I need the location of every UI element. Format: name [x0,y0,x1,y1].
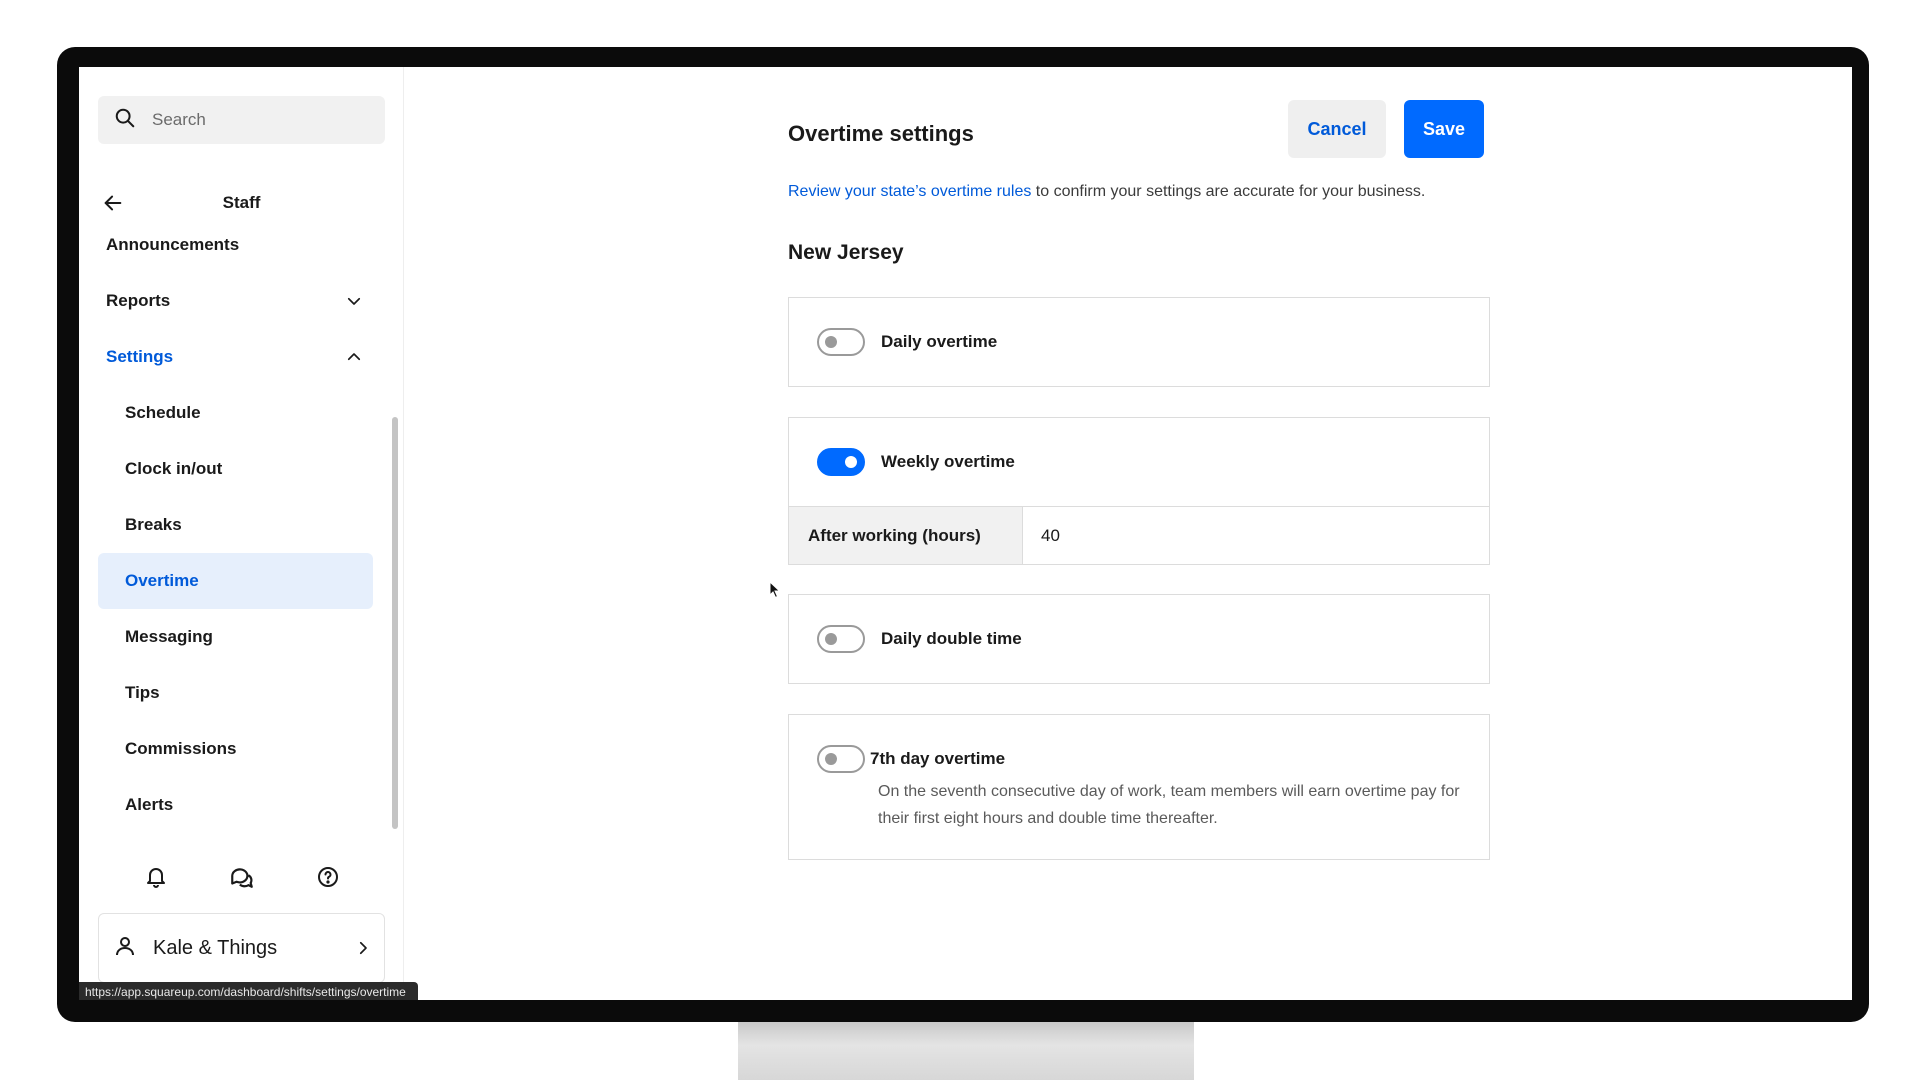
sidebar-item-label: Schedule [125,403,201,422]
sidebar-item-alerts[interactable]: Alerts [98,777,373,833]
search-box[interactable] [98,96,385,144]
sidebar-item-breaks[interactable]: Breaks [98,497,373,553]
hours-input[interactable] [1023,507,1489,564]
search-input[interactable] [152,110,372,130]
main-content: Overtime settings Cancel Save Review you… [788,67,1490,860]
seventh-day-overtime-toggle[interactable] [817,745,865,773]
seventh-day-overtime-label: 7th day overtime [870,749,1006,768]
sidebar-item-settings[interactable]: Settings [98,329,373,385]
utility-icon-row [98,859,385,899]
nav-header: Staff [98,187,385,219]
sidebar-item-label: Messaging [125,627,213,646]
daily-double-time-label: Daily double time [881,629,1022,648]
status-url-tooltip: https://app.squareup.com/dashboard/shift… [79,982,418,1000]
sidebar-item-label: Commissions [125,739,237,758]
page-title: Overtime settings [788,121,974,146]
weekly-overtime-card: Weekly overtime After working (hours) [788,417,1490,565]
account-switcher[interactable]: Kale & Things [98,913,385,983]
sidebar-item-label: Breaks [125,515,182,534]
chevron-right-icon [352,937,374,959]
daily-overtime-label: Daily overtime [881,332,998,351]
scrollbar-thumb[interactable] [392,417,398,829]
bell-icon[interactable] [138,859,174,895]
mouse-pointer-icon [769,580,781,604]
state-title: New Jersey [788,241,904,264]
sidebar-item-overtime[interactable]: Overtime [98,553,373,609]
sidebar-item-label: Announcements [106,235,240,254]
daily-overtime-card: Daily overtime [788,297,1490,387]
weekly-overtime-toggle[interactable] [817,448,865,476]
overtime-rules-link[interactable]: Review your state’s overtime rules [788,183,1031,200]
sidebar-item-schedule[interactable]: Schedule [98,385,373,441]
monitor-stand [738,1022,1194,1080]
sidebar-item-commissions[interactable]: Commissions [98,721,373,777]
seventh-day-overtime-description: On the seventh consecutive day of work, … [878,783,1460,827]
sidebar-item-label: Overtime [125,571,199,590]
daily-double-time-card: Daily double time [788,594,1490,684]
sidebar-item-messaging[interactable]: Messaging [98,609,373,665]
person-icon [113,934,137,963]
back-arrow-icon[interactable] [98,188,128,218]
intro-text: Review your state’s overtime rules to co… [788,183,1425,201]
cancel-button[interactable]: Cancel [1288,100,1386,158]
sidebar-item-announcements[interactable]: Announcements [98,217,373,273]
weekly-overtime-label: Weekly overtime [881,452,1015,471]
chevron-up-icon [343,346,365,368]
intro-text-body: to confirm your settings are accurate fo… [1031,183,1426,200]
sidebar-item-reports[interactable]: Reports [98,273,373,329]
sidebar-item-label: Tips [125,683,160,702]
sidebar-item-label: Settings [106,347,174,366]
chevron-down-icon [343,290,365,312]
chat-bubbles-icon[interactable] [224,859,260,895]
seventh-day-overtime-card: 7th day overtime On the seventh consecut… [788,714,1490,860]
sidebar-item-tips[interactable]: Tips [98,665,373,721]
sidebar-item-label: Reports [106,291,171,310]
search-icon [114,107,136,134]
sidebar: Staff Announcements Reports Settings Sch… [79,67,404,1000]
save-button[interactable]: Save [1404,100,1484,158]
account-name: Kale & Things [153,936,278,959]
sidebar-item-clock-in-out[interactable]: Clock in/out [98,441,373,497]
help-icon[interactable] [310,859,346,895]
hours-field-label: After working (hours) [789,507,1023,564]
daily-double-time-toggle[interactable] [817,625,865,653]
screen: Staff Announcements Reports Settings Sch… [79,67,1852,1000]
sidebar-item-label: Alerts [125,795,174,814]
hours-row: After working (hours) [789,506,1489,564]
daily-overtime-toggle[interactable] [817,328,865,356]
nav-section-title: Staff [222,193,261,212]
sidebar-item-label: Clock in/out [125,459,223,478]
